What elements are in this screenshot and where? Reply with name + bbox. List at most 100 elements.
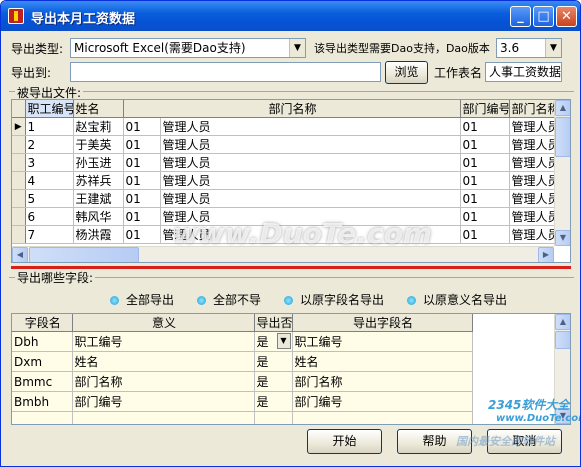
cell[interactable]: 管理人员 <box>509 153 558 172</box>
cell[interactable]: 部门编号 <box>292 391 473 412</box>
scroll-up-icon[interactable]: ▲ <box>555 100 570 116</box>
table-row[interactable]: 5 王建斌 01 管理人员 01 管理人员 <box>12 189 558 208</box>
cell[interactable]: 01 <box>460 189 510 208</box>
cell[interactable]: 部门编号 <box>72 391 255 412</box>
col-header-meaning[interactable]: 意义 <box>72 314 255 332</box>
scroll-down-icon[interactable]: ▼ <box>555 230 570 246</box>
option-export-all[interactable]: 全部导出 <box>110 291 174 308</box>
scroll-thumb[interactable] <box>555 331 570 349</box>
chevron-down-icon[interactable]: ▼ <box>545 39 561 57</box>
option-original-meaning-names[interactable]: 以原意义名导出 <box>407 291 507 308</box>
table-row[interactable]: 3 孙玉进 01 管理人员 01 管理人员 <box>12 153 558 172</box>
cell[interactable]: 管理人员 <box>509 171 558 190</box>
cell[interactable]: 苏祥兵 <box>73 171 124 190</box>
sheet-name-input[interactable]: 人事工资数据 <box>485 62 562 82</box>
cell[interactable]: 姓名 <box>292 351 473 372</box>
option-original-field-names[interactable]: 以原字段名导出 <box>284 291 384 308</box>
export-path-input[interactable] <box>70 62 381 82</box>
cell[interactable]: 6 <box>25 207 74 226</box>
cell[interactable] <box>292 411 473 424</box>
cell[interactable]: 01 <box>123 225 161 244</box>
col-header-name[interactable]: 姓名 <box>73 100 124 118</box>
cell[interactable]: 管理人员 <box>160 117 461 136</box>
cell[interactable]: 01 <box>123 171 161 190</box>
fields-grid[interactable]: 字段名 意义 导出否 导出字段名 Dbh 职工编号是 ▼ 职工编号 Dxm 姓名是姓名 … <box>11 313 571 425</box>
cell[interactable]: 部门名称 <box>72 371 255 392</box>
cell[interactable]: 姓名 <box>72 351 255 372</box>
table-row[interactable]: Dbh 职工编号是 ▼ 职工编号 <box>12 331 473 352</box>
cell[interactable]: 01 <box>460 225 510 244</box>
scroll-thumb[interactable] <box>555 117 570 157</box>
export-select[interactable]: 是 ▼ <box>254 331 293 352</box>
cell[interactable]: 5 <box>25 189 74 208</box>
cell[interactable]: 管理人员 <box>160 189 461 208</box>
cell[interactable]: 01 <box>460 207 510 226</box>
chevron-down-icon[interactable]: ▼ <box>289 39 305 57</box>
cell[interactable]: Dxm <box>12 351 73 372</box>
cell[interactable]: 01 <box>123 117 161 136</box>
cell[interactable]: 管理人员 <box>160 153 461 172</box>
chevron-down-icon[interactable]: ▼ <box>276 333 291 349</box>
cell[interactable]: 韩风华 <box>73 207 124 226</box>
cell[interactable]: Bmmc <box>12 371 73 392</box>
cell[interactable]: 于美英 <box>73 135 124 154</box>
cell[interactable] <box>254 411 293 424</box>
col-header-export[interactable]: 导出否 <box>254 314 293 332</box>
table-row[interactable]: Bmmc 部门名称是部门名称 <box>12 371 473 392</box>
table-row[interactable]: 2 于美英 01 管理人员 01 管理人员 <box>12 135 558 154</box>
cell[interactable]: 管理人员 <box>160 171 461 190</box>
col-header-dept-name-plain[interactable]: 部门名称（不带 <box>509 100 558 118</box>
cell[interactable]: 01 <box>123 207 161 226</box>
cell[interactable]: 孙玉进 <box>73 153 124 172</box>
cell[interactable]: Dbh <box>12 331 73 352</box>
export-type-select[interactable]: Microsoft Excel(需要Dao支持) ▼ <box>70 38 306 58</box>
col-header-export-name[interactable]: 导出字段名 <box>292 314 473 332</box>
cell[interactable]: 2 <box>25 135 74 154</box>
cell[interactable]: 是 <box>254 351 293 372</box>
scroll-up-icon[interactable]: ▲ <box>555 314 570 330</box>
maximize-button[interactable]: □ <box>533 6 554 27</box>
cell[interactable]: 管理人员 <box>509 207 558 226</box>
dao-version-select[interactable]: 3.6 ▼ <box>496 38 562 58</box>
cell[interactable]: 1 <box>25 117 74 136</box>
cell[interactable]: Bmbh <box>12 391 73 412</box>
cell[interactable]: 01 <box>460 135 510 154</box>
scroll-left-icon[interactable]: ◀ <box>12 247 28 262</box>
cell[interactable]: 管理人员 <box>160 135 461 154</box>
cell[interactable]: 01 <box>123 153 161 172</box>
cell[interactable]: 是 <box>254 391 293 412</box>
start-button[interactable]: 开始 <box>307 429 382 454</box>
table-row[interactable]: ▶ 1 赵宝莉 01 管理人员 01 管理人员 <box>12 117 558 136</box>
cell[interactable]: 管理人员 <box>509 189 558 208</box>
cell[interactable]: 管理人员 <box>509 135 558 154</box>
col-header-emp-no[interactable]: 职工编号 <box>25 100 74 118</box>
cell[interactable]: 01 <box>123 189 161 208</box>
table-row[interactable]: 4 苏祥兵 01 管理人员 01 管理人员 <box>12 171 558 190</box>
col-header-dept-name[interactable]: 部门名称 <box>123 100 461 118</box>
scroll-thumb[interactable] <box>29 247 139 262</box>
cell[interactable]: 01 <box>460 153 510 172</box>
scroll-right-icon[interactable]: ▶ <box>538 247 554 262</box>
cell[interactable] <box>72 411 255 424</box>
col-header-field[interactable]: 字段名 <box>12 314 73 332</box>
cell[interactable]: 01 <box>460 171 510 190</box>
cell[interactable]: 管理人员 <box>509 225 558 244</box>
grid-vertical-scrollbar[interactable]: ▲ ▼ <box>554 100 570 246</box>
cell[interactable]: 王建斌 <box>73 189 124 208</box>
cell[interactable] <box>12 411 73 424</box>
cell[interactable]: 01 <box>123 135 161 154</box>
cell[interactable]: 职工编号 <box>292 331 473 352</box>
table-row[interactable]: Dxm 姓名是姓名 <box>12 351 473 372</box>
table-row[interactable] <box>12 411 473 424</box>
close-button[interactable]: ✕ <box>556 6 577 27</box>
cell[interactable]: 7 <box>25 225 74 244</box>
table-row[interactable]: Bmbh 部门编号是部门编号 <box>12 391 473 412</box>
option-export-none[interactable]: 全部不导 <box>197 291 261 308</box>
cell[interactable]: 赵宝莉 <box>73 117 124 136</box>
browse-button[interactable]: 浏览 <box>385 61 428 84</box>
cell[interactable]: 管理人员 <box>509 117 558 136</box>
cell[interactable]: 杨洪霞 <box>73 225 124 244</box>
cell[interactable]: 是 <box>254 371 293 392</box>
cell[interactable]: 3 <box>25 153 74 172</box>
cell[interactable]: 部门名称 <box>292 371 473 392</box>
